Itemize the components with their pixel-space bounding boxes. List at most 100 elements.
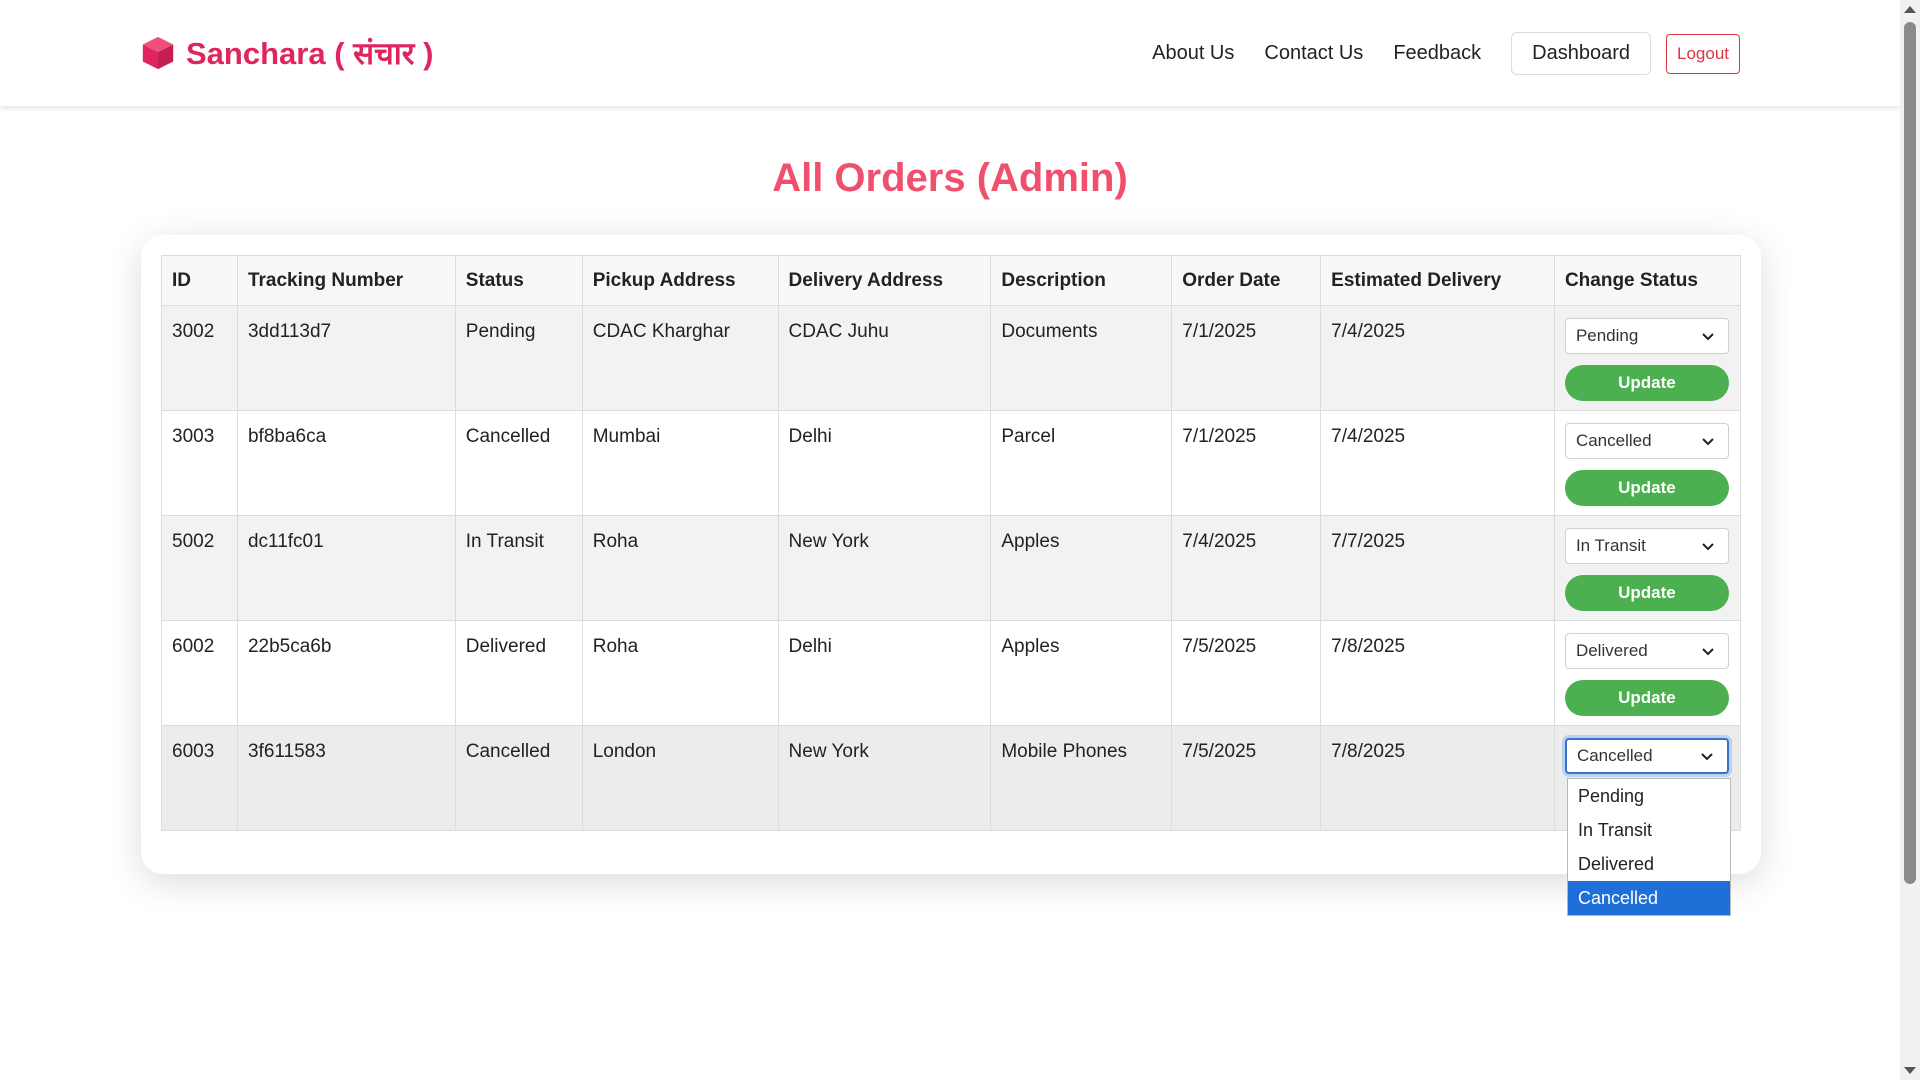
chevron-down-icon bbox=[1701, 753, 1713, 761]
scrollbar-thumb[interactable] bbox=[1904, 22, 1916, 884]
cell-tracking: dc11fc01 bbox=[236, 515, 456, 621]
update-button[interactable]: Update bbox=[1564, 470, 1729, 506]
orders-card: ID Tracking Number Status Pickup Address… bbox=[141, 235, 1761, 874]
cell-est-delivery: 7/4/2025 bbox=[1320, 305, 1555, 411]
cell-description: Parcel bbox=[990, 410, 1173, 516]
nav-about-us[interactable]: About Us bbox=[1152, 42, 1234, 65]
cell-id: 5002 bbox=[161, 515, 238, 621]
status-select-value: Cancelled bbox=[1576, 746, 1653, 765]
cell-pickup: Roha bbox=[581, 515, 779, 621]
cell-delivery: New York bbox=[777, 515, 992, 621]
cell-description: Documents bbox=[990, 305, 1173, 411]
cell-order-date: 7/4/2025 bbox=[1171, 515, 1322, 621]
cell-status: In Transit bbox=[454, 515, 583, 621]
cell-tracking: bf8ba6ca bbox=[236, 410, 456, 516]
status-select-value: In Transit bbox=[1575, 536, 1646, 555]
cell-est-delivery: 7/8/2025 bbox=[1320, 620, 1555, 726]
chevron-down-icon bbox=[1702, 543, 1714, 551]
dropdown-option-in-transit[interactable]: In Transit bbox=[1568, 813, 1730, 847]
cell-change-status: Pending Update bbox=[1553, 305, 1742, 411]
cell-est-delivery: 7/4/2025 bbox=[1320, 410, 1555, 516]
cell-description: Apples bbox=[990, 620, 1173, 726]
cell-tracking: 3f611583 bbox=[236, 725, 456, 831]
status-select[interactable]: Cancelled bbox=[1564, 738, 1729, 774]
cell-description: Apples bbox=[990, 515, 1173, 621]
chevron-down-icon bbox=[1702, 438, 1714, 446]
cell-change-status: In Transit Update bbox=[1553, 515, 1742, 621]
status-select[interactable]: In Transit bbox=[1564, 528, 1729, 564]
update-button[interactable]: Update bbox=[1564, 575, 1729, 611]
cell-order-date: 7/5/2025 bbox=[1171, 620, 1322, 726]
table-row: 3003 bf8ba6ca Cancelled Mumbai Delhi Par… bbox=[161, 410, 1742, 516]
cell-status: Pending bbox=[454, 305, 583, 411]
page-title: All Orders (Admin) bbox=[772, 156, 1128, 200]
header-change-status: Change Status bbox=[1553, 255, 1742, 306]
dashboard-button[interactable]: Dashboard bbox=[1511, 32, 1651, 75]
cell-id: 6002 bbox=[161, 620, 238, 726]
scrollbar[interactable] bbox=[1900, 0, 1920, 1080]
cell-delivery: Delhi bbox=[777, 410, 992, 516]
orders-table: ID Tracking Number Status Pickup Address… bbox=[161, 255, 1742, 831]
scroll-up-icon[interactable] bbox=[1904, 6, 1916, 13]
logout-button[interactable]: Logout bbox=[1666, 33, 1740, 74]
cell-tracking: 3dd113d7 bbox=[236, 305, 456, 411]
dropdown-option-cancelled[interactable]: Cancelled bbox=[1568, 881, 1730, 915]
cell-est-delivery: 7/8/2025 bbox=[1320, 725, 1555, 831]
cell-delivery: CDAC Juhu bbox=[777, 305, 992, 411]
header-id: ID bbox=[161, 255, 238, 306]
header-pickup-address: Pickup Address bbox=[581, 255, 779, 306]
cell-est-delivery: 7/7/2025 bbox=[1320, 515, 1555, 621]
table-row: 5002 dc11fc01 In Transit Roha New York A… bbox=[161, 515, 1742, 621]
header-tracking-number: Tracking Number bbox=[236, 255, 456, 306]
cell-tracking: 22b5ca6b bbox=[236, 620, 456, 726]
table-header-row: ID Tracking Number Status Pickup Address… bbox=[161, 255, 1742, 306]
status-select[interactable]: Cancelled bbox=[1564, 423, 1729, 459]
dropdown-option-pending[interactable]: Pending bbox=[1568, 779, 1730, 813]
cell-id: 3003 bbox=[161, 410, 238, 516]
cell-order-date: 7/5/2025 bbox=[1171, 725, 1322, 831]
table-row: 3002 3dd113d7 Pending CDAC Kharghar CDAC… bbox=[161, 305, 1742, 411]
cell-order-date: 7/1/2025 bbox=[1171, 305, 1322, 411]
status-select[interactable]: Pending bbox=[1564, 318, 1729, 354]
header-description: Description bbox=[990, 255, 1173, 306]
table-row: 6003 3f611583 Cancelled London New York … bbox=[161, 725, 1742, 831]
status-select-value: Delivered bbox=[1575, 641, 1648, 660]
header-estimated-delivery: Estimated Delivery bbox=[1320, 255, 1555, 306]
status-select-value: Cancelled bbox=[1575, 431, 1652, 450]
status-select-value: Pending bbox=[1575, 326, 1639, 345]
cell-status: Cancelled bbox=[454, 410, 583, 516]
scroll-down-icon[interactable] bbox=[1904, 1067, 1916, 1074]
navbar: Sanchara ( संचार ) About Us Contact Us F… bbox=[0, 0, 1900, 106]
cell-pickup: Roha bbox=[581, 620, 779, 726]
cube-icon bbox=[142, 36, 174, 70]
cell-status: Delivered bbox=[454, 620, 583, 726]
cell-change-status: Delivered Update bbox=[1553, 620, 1742, 726]
nav-contact-us[interactable]: Contact Us bbox=[1264, 42, 1363, 65]
header-status: Status bbox=[454, 255, 583, 306]
cell-change-status: Cancelled Update bbox=[1553, 410, 1742, 516]
chevron-down-icon bbox=[1702, 333, 1714, 341]
dropdown-option-delivered[interactable]: Delivered bbox=[1568, 847, 1730, 881]
update-button[interactable]: Update bbox=[1564, 365, 1729, 401]
cell-description: Mobile Phones bbox=[990, 725, 1173, 831]
brand-name: Sanchara ( संचार ) bbox=[186, 36, 434, 71]
header-delivery-address: Delivery Address bbox=[777, 255, 992, 306]
cell-status: Cancelled bbox=[454, 725, 583, 831]
update-button[interactable]: Update bbox=[1564, 680, 1729, 716]
table-row: 6002 22b5ca6b Delivered Roha Delhi Apple… bbox=[161, 620, 1742, 726]
header-order-date: Order Date bbox=[1171, 255, 1322, 306]
cell-delivery: Delhi bbox=[777, 620, 992, 726]
cell-id: 6003 bbox=[161, 725, 238, 831]
cell-id: 3002 bbox=[161, 305, 238, 411]
cell-order-date: 7/1/2025 bbox=[1171, 410, 1322, 516]
cell-pickup: CDAC Kharghar bbox=[581, 305, 779, 411]
cell-pickup: Mumbai bbox=[581, 410, 779, 516]
brand-logo[interactable]: Sanchara ( संचार ) bbox=[139, 32, 433, 74]
nav-links: About Us Contact Us Feedback Dashboard L… bbox=[1152, 32, 1740, 75]
cell-delivery: New York bbox=[777, 725, 992, 831]
chevron-down-icon bbox=[1702, 648, 1714, 656]
status-select[interactable]: Delivered bbox=[1564, 633, 1729, 669]
nav-feedback[interactable]: Feedback bbox=[1393, 42, 1481, 65]
status-dropdown-list: Pending In Transit Delivered Cancelled bbox=[1567, 778, 1731, 916]
cell-pickup: London bbox=[581, 725, 779, 831]
